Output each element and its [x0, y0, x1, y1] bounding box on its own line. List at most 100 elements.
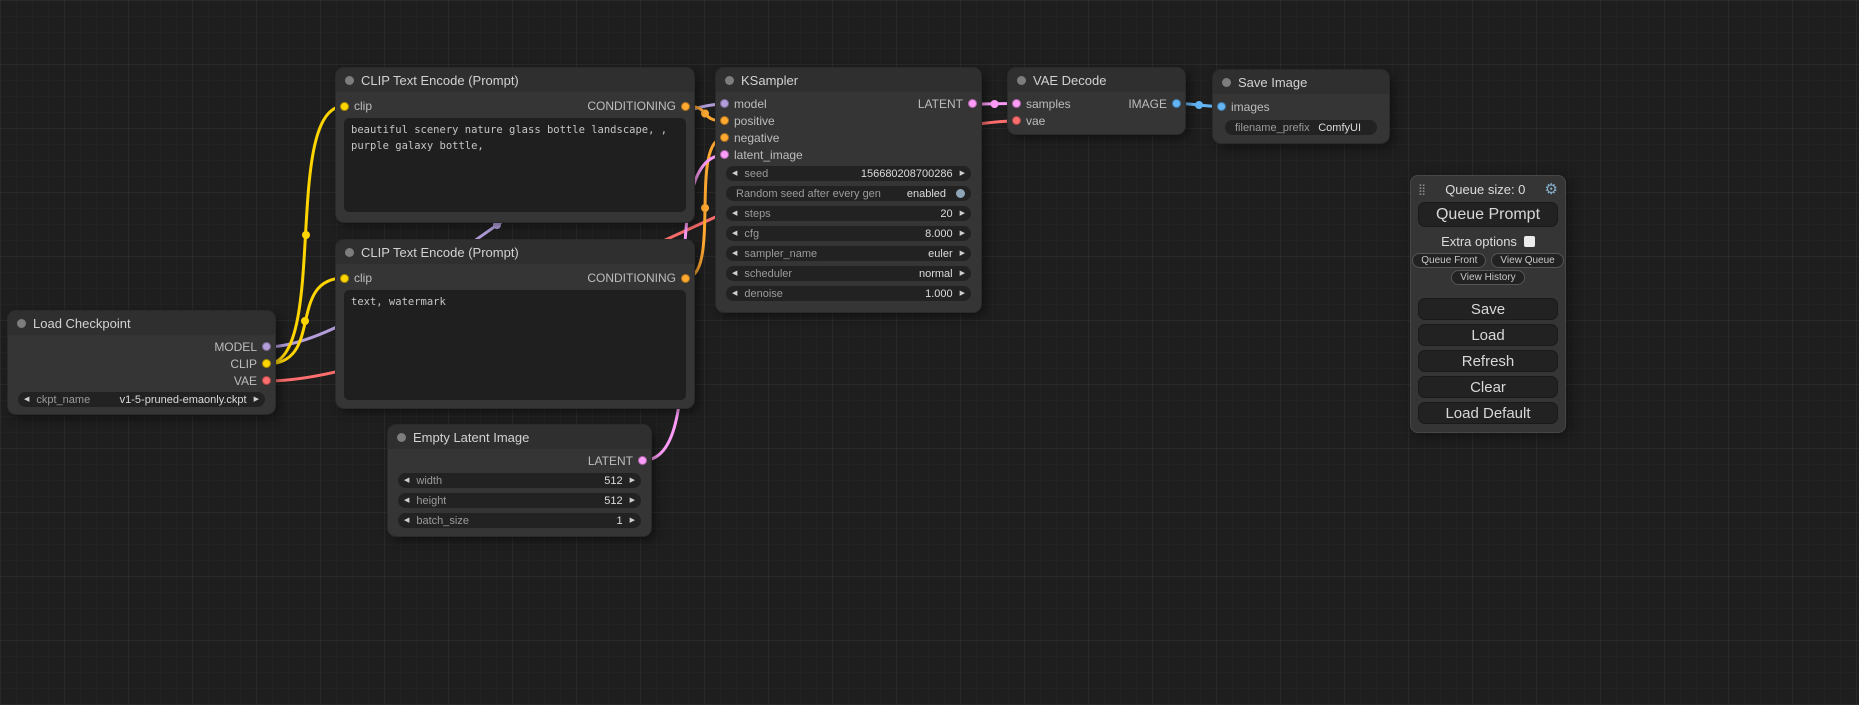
widget-filename-prefix[interactable]: filename_prefix ComfyUI [1225, 120, 1377, 135]
vae-port-icon[interactable] [1012, 116, 1021, 125]
next-arrow-icon[interactable]: ▶ [254, 396, 259, 403]
samples-input-slot[interactable]: samples [1012, 97, 1071, 111]
image-port-icon[interactable] [1217, 102, 1226, 111]
widget-sampler-name[interactable]: ◀ sampler_name euler ▶ [726, 246, 971, 261]
prev-arrow-icon[interactable]: ◀ [732, 250, 737, 257]
next-arrow-icon[interactable]: ▶ [960, 230, 965, 237]
latent-port-icon[interactable] [968, 99, 977, 108]
widget-random-seed-toggle[interactable]: Random seed after every gen enabled [726, 186, 971, 201]
node-title-bar[interactable]: KSampler [716, 68, 981, 92]
collapse-dot-icon[interactable] [345, 76, 354, 85]
node-clip-text-encode-positive[interactable]: CLIP Text Encode (Prompt) clip CONDITION… [336, 68, 694, 222]
model-output-slot[interactable]: MODEL [8, 338, 275, 355]
node-title-bar[interactable]: CLIP Text Encode (Prompt) [336, 68, 694, 92]
widget-scheduler[interactable]: ◀ scheduler normal ▶ [726, 266, 971, 281]
prev-arrow-icon[interactable]: ◀ [732, 170, 737, 177]
widget-seed[interactable]: ◀ seed 156680208700286 ▶ [726, 166, 971, 181]
widget-denoise[interactable]: ◀ denoise 1.000 ▶ [726, 286, 971, 301]
conditioning-port-icon[interactable] [720, 116, 729, 125]
collapse-dot-icon[interactable] [397, 433, 406, 442]
positive-input-slot[interactable]: positive [720, 114, 775, 128]
clip-port-icon[interactable] [262, 359, 271, 368]
next-arrow-icon[interactable]: ▶ [960, 270, 965, 277]
prev-arrow-icon[interactable]: ◀ [404, 497, 409, 504]
widget-height[interactable]: ◀ height 512 ▶ [398, 493, 641, 508]
collapse-dot-icon[interactable] [1017, 76, 1026, 85]
widget-width[interactable]: ◀ width 512 ▶ [398, 473, 641, 488]
clip-port-icon[interactable] [340, 274, 349, 283]
conditioning-port-icon[interactable] [681, 274, 690, 283]
latent-output-slot[interactable]: LATENT [918, 97, 977, 111]
clip-input-slot[interactable]: clip [340, 99, 372, 113]
clip-output-slot[interactable]: CLIP [8, 355, 275, 372]
node-ksampler[interactable]: KSampler model LATENT positive negative [716, 68, 981, 312]
conditioning-port-icon[interactable] [681, 102, 690, 111]
node-load-checkpoint[interactable]: Load Checkpoint MODEL CLIP VAE ◀ ckpt_na… [8, 311, 275, 414]
queue-prompt-button[interactable]: Queue Prompt [1418, 202, 1558, 227]
queue-front-button[interactable]: Queue Front [1412, 253, 1486, 268]
vae-output-slot[interactable]: VAE [8, 372, 275, 389]
node-title-bar[interactable]: Load Checkpoint [8, 311, 275, 335]
widget-batch-size[interactable]: ◀ batch_size 1 ▶ [398, 513, 641, 528]
node-title-bar[interactable]: Empty Latent Image [388, 425, 651, 449]
latent-port-icon[interactable] [1012, 99, 1021, 108]
load-default-button[interactable]: Load Default [1418, 402, 1558, 424]
vae-port-icon[interactable] [262, 376, 271, 385]
toggle-indicator-icon[interactable] [956, 189, 965, 198]
prev-arrow-icon[interactable]: ◀ [732, 210, 737, 217]
negative-prompt-textarea[interactable]: text, watermark [344, 290, 686, 400]
prev-arrow-icon[interactable]: ◀ [732, 230, 737, 237]
widget-ckpt-name[interactable]: ◀ ckpt_name v1-5-pruned-emaonly.ckpt ▶ [18, 392, 265, 407]
prev-arrow-icon[interactable]: ◀ [24, 396, 29, 403]
conditioning-port-icon[interactable] [720, 133, 729, 142]
next-arrow-icon[interactable]: ▶ [960, 290, 965, 297]
collapse-dot-icon[interactable] [1222, 78, 1231, 87]
model-input-slot[interactable]: model [720, 97, 767, 111]
latent-port-icon[interactable] [720, 150, 729, 159]
image-output-slot[interactable]: IMAGE [1128, 97, 1181, 111]
load-button[interactable]: Load [1418, 324, 1558, 346]
extra-options-checkbox[interactable] [1524, 236, 1535, 247]
clip-port-icon[interactable] [340, 102, 349, 111]
refresh-button[interactable]: Refresh [1418, 350, 1558, 372]
negative-input-slot[interactable]: negative [720, 131, 779, 145]
next-arrow-icon[interactable]: ▶ [630, 477, 635, 484]
collapse-dot-icon[interactable] [17, 319, 26, 328]
latent-port-icon[interactable] [638, 456, 647, 465]
node-empty-latent-image[interactable]: Empty Latent Image LATENT ◀ width 512 ▶ … [388, 425, 651, 536]
latent-output-slot[interactable]: LATENT [388, 452, 651, 469]
prev-arrow-icon[interactable]: ◀ [732, 290, 737, 297]
view-history-button[interactable]: View History [1451, 270, 1524, 285]
settings-gear-icon[interactable]: ⚙ [1545, 182, 1558, 197]
next-arrow-icon[interactable]: ▶ [630, 497, 635, 504]
next-arrow-icon[interactable]: ▶ [960, 210, 965, 217]
next-arrow-icon[interactable]: ▶ [960, 250, 965, 257]
latent-image-input-slot[interactable]: latent_image [720, 148, 803, 162]
save-button[interactable]: Save [1418, 298, 1558, 320]
model-port-icon[interactable] [262, 342, 271, 351]
next-arrow-icon[interactable]: ▶ [630, 517, 635, 524]
prev-arrow-icon[interactable]: ◀ [404, 517, 409, 524]
clip-input-slot[interactable]: clip [340, 271, 372, 285]
conditioning-output-slot[interactable]: CONDITIONING [587, 99, 690, 113]
vae-input-slot[interactable]: vae [1012, 114, 1045, 128]
next-arrow-icon[interactable]: ▶ [960, 170, 965, 177]
collapse-dot-icon[interactable] [725, 76, 734, 85]
node-clip-text-encode-negative[interactable]: CLIP Text Encode (Prompt) clip CONDITION… [336, 240, 694, 408]
widget-cfg[interactable]: ◀ cfg 8.000 ▶ [726, 226, 971, 241]
node-save-image[interactable]: Save Image images filename_prefix ComfyU… [1213, 70, 1389, 143]
node-vae-decode[interactable]: VAE Decode samples IMAGE vae [1008, 68, 1185, 134]
node-title-bar[interactable]: VAE Decode [1008, 68, 1185, 92]
comfyui-canvas[interactable]: { "colors": { "model": "#B39DDB", "clip"… [0, 0, 1859, 705]
prev-arrow-icon[interactable]: ◀ [732, 270, 737, 277]
view-queue-button[interactable]: View Queue [1491, 253, 1563, 268]
model-port-icon[interactable] [720, 99, 729, 108]
prev-arrow-icon[interactable]: ◀ [404, 477, 409, 484]
conditioning-output-slot[interactable]: CONDITIONING [587, 271, 690, 285]
node-title-bar[interactable]: Save Image [1213, 70, 1389, 94]
widget-steps[interactable]: ◀ steps 20 ▶ [726, 206, 971, 221]
image-port-icon[interactable] [1172, 99, 1181, 108]
node-title-bar[interactable]: CLIP Text Encode (Prompt) [336, 240, 694, 264]
drag-handle-icon[interactable]: ⣿ [1418, 183, 1426, 196]
clear-button[interactable]: Clear [1418, 376, 1558, 398]
